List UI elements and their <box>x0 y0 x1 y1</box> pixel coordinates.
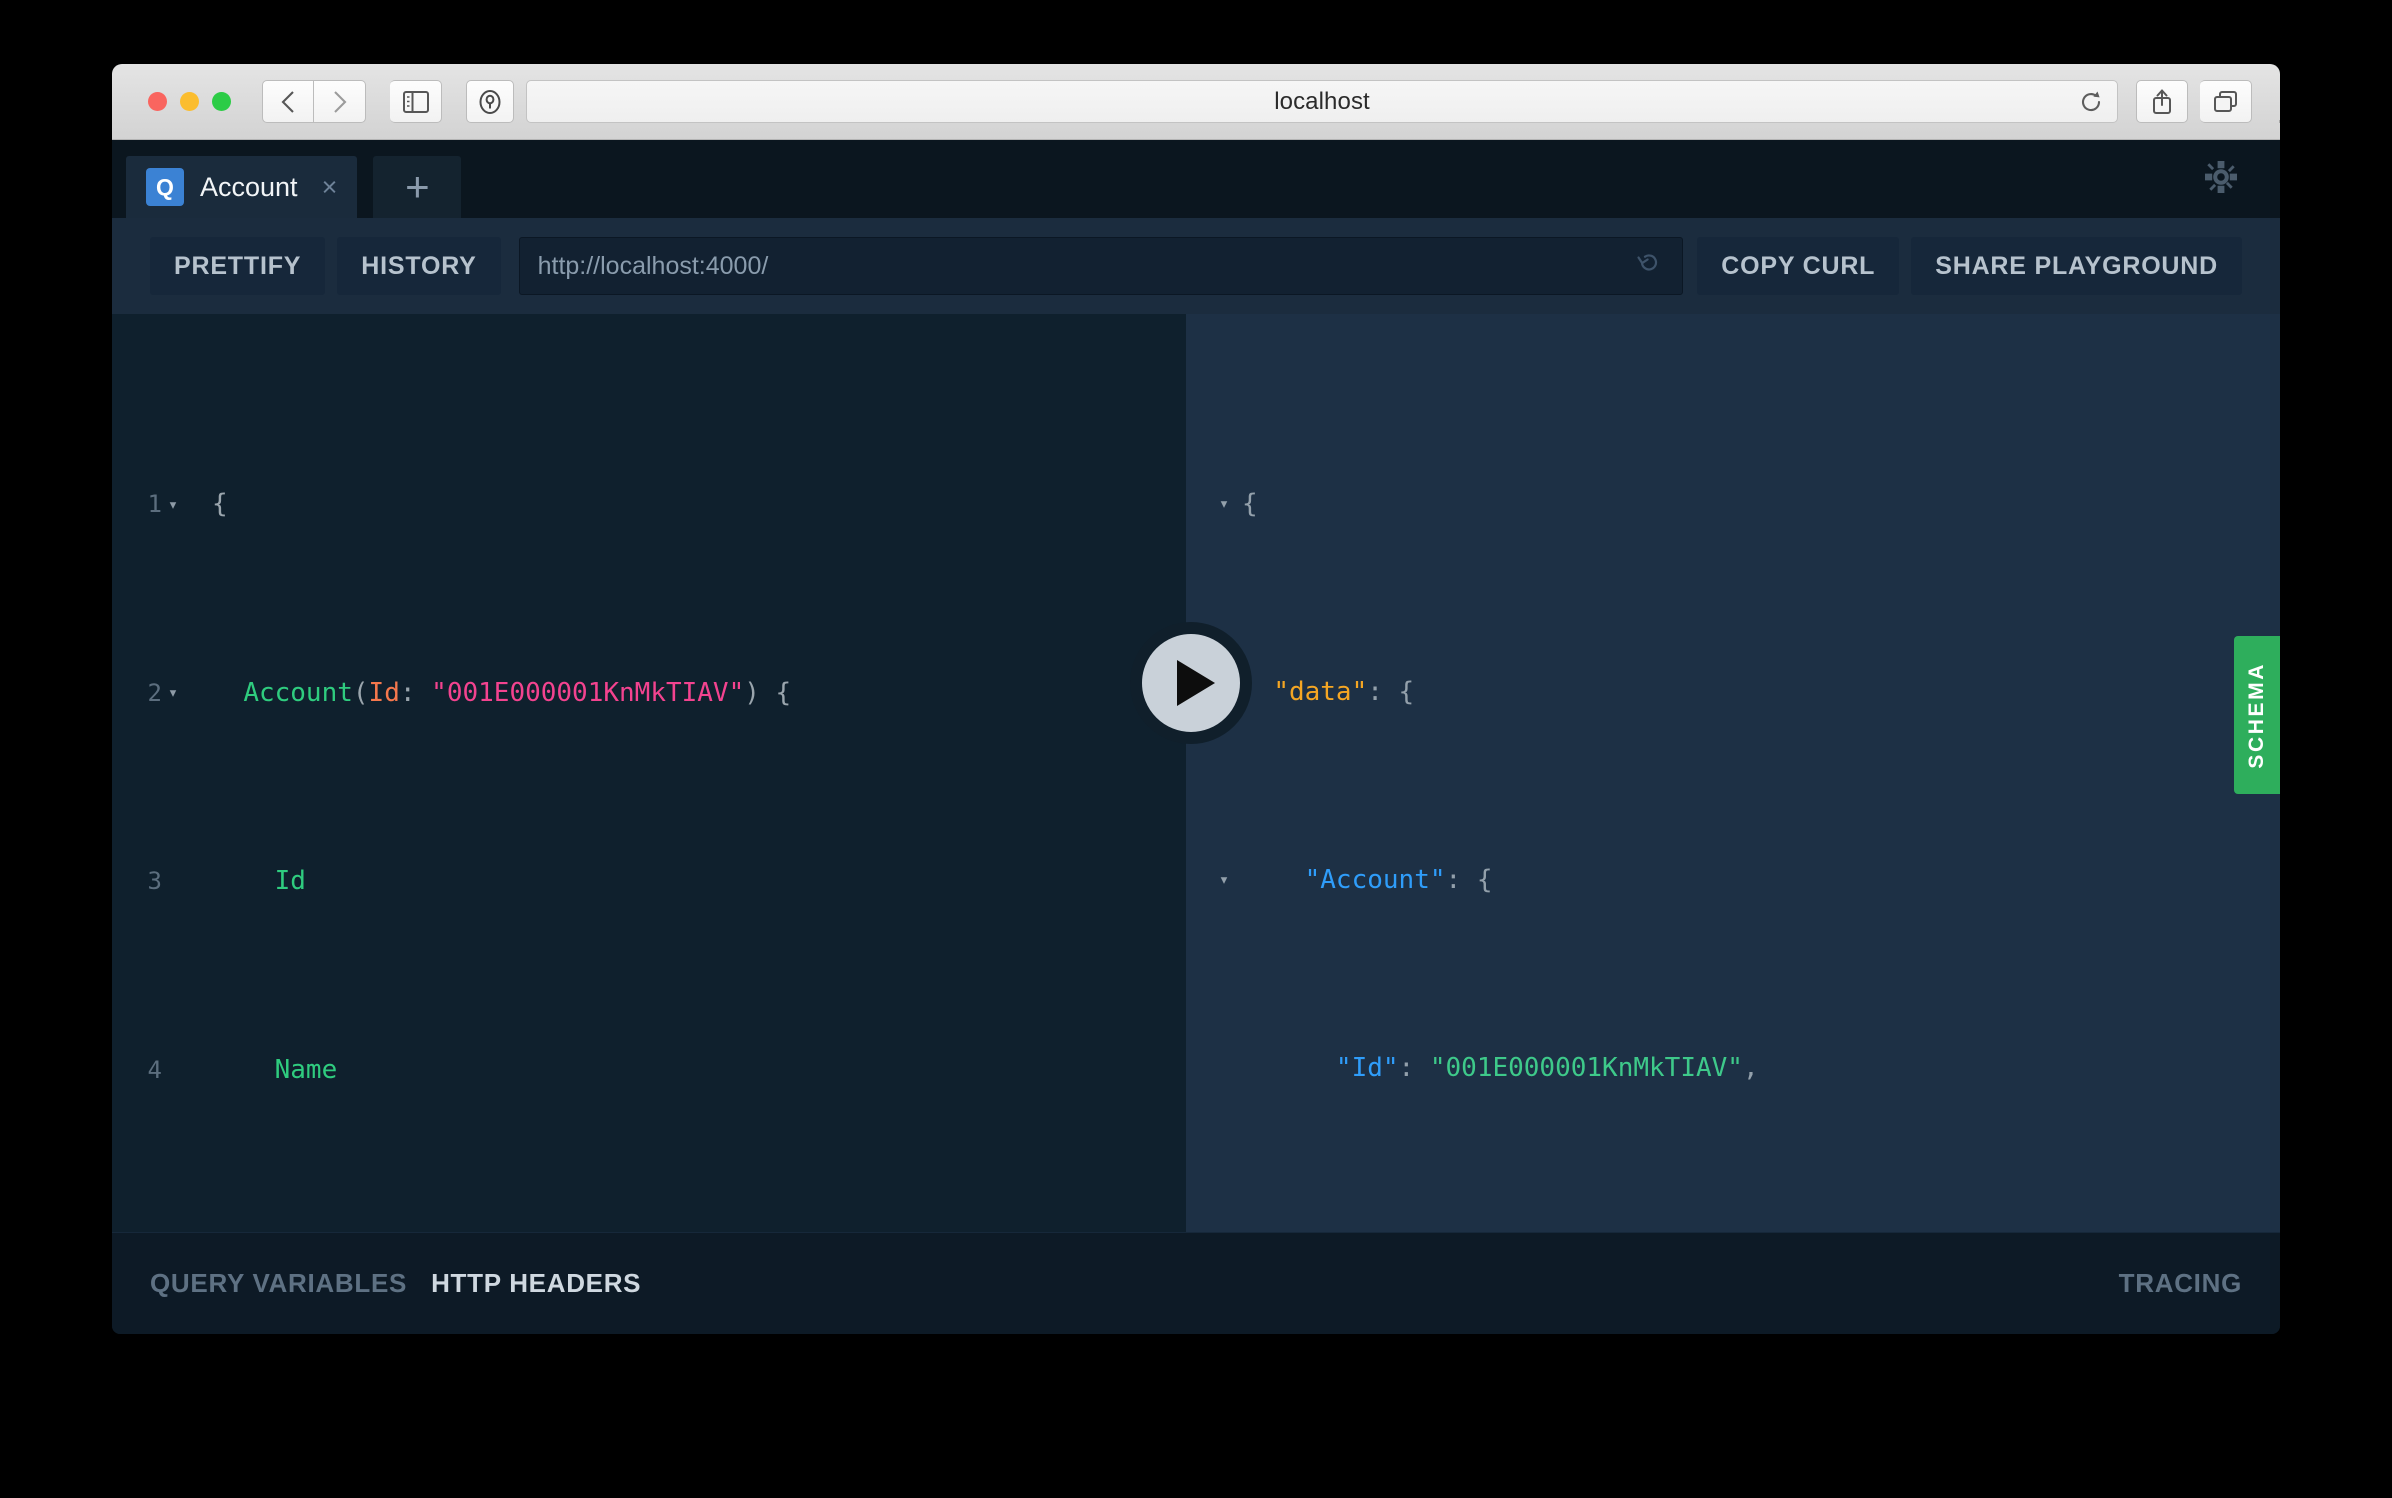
history-button[interactable]: HISTORY <box>337 237 500 295</box>
copy-curl-button[interactable]: COPY CURL <box>1697 237 1899 295</box>
response-line: ▾ "Id": "001E000001KnMkTIAV", <box>1186 1045 2280 1092</box>
playground-tab-account[interactable]: Q Account × <box>126 156 357 218</box>
url-bar-area: localhost <box>466 80 2118 123</box>
back-button[interactable] <box>262 80 314 123</box>
query-editor-code[interactable]: 1▾{ 2▾ Account(Id: "001E000001KnMkTIAV")… <box>112 314 1186 1232</box>
query-line: 4▾ Name <box>112 1047 1186 1095</box>
website-settings-icon <box>478 89 502 115</box>
browser-toolbar: localhost <box>112 64 2280 140</box>
undo-icon <box>1634 249 1664 279</box>
query-editor-pane[interactable]: 1▾{ 2▾ Account(Id: "001E000001KnMkTIAV")… <box>112 314 1186 1232</box>
endpoint-value: http://localhost:4000/ <box>538 252 769 281</box>
tab-http-headers[interactable]: HTTP HEADERS <box>431 1268 641 1299</box>
line-number: 1▾ <box>112 481 190 529</box>
response-line: ▾ "Account": { <box>1186 857 2280 904</box>
play-icon <box>1177 660 1215 706</box>
close-window-button[interactable] <box>148 92 167 111</box>
maximize-window-button[interactable] <box>212 92 231 111</box>
tab-overview-icon <box>2213 90 2239 114</box>
share-playground-button[interactable]: SHARE PLAYGROUND <box>1911 237 2242 295</box>
playground-bottom-bar: QUERY VARIABLES HTTP HEADERS TRACING <box>112 1232 2280 1334</box>
response-line: ▾{ <box>1186 481 2280 528</box>
website-settings-button[interactable] <box>466 80 514 123</box>
toggle-sidebar-button[interactable] <box>390 80 442 123</box>
chevron-right-icon <box>331 89 348 115</box>
response-json: ▾{ ▾ "data": { ▾ "Account": { ▾ "Id": "0… <box>1186 314 2280 1232</box>
reload-button[interactable] <box>2075 86 2107 118</box>
settings-button[interactable] <box>2200 156 2242 203</box>
fold-toggle-icon[interactable]: ▾ <box>1186 481 1242 528</box>
response-pane: ▾{ ▾ "data": { ▾ "Account": { ▾ "Id": "0… <box>1186 314 2280 1232</box>
playground-tab-label: Account <box>200 172 298 203</box>
gear-icon <box>2200 156 2242 198</box>
query-line: 3▾ Id <box>112 858 1186 906</box>
query-line: 1▾{ <box>112 481 1186 529</box>
toolbar-right-buttons <box>2136 80 2252 123</box>
minimize-window-button[interactable] <box>180 92 199 111</box>
window-traffic-lights <box>148 92 231 111</box>
tab-overview-button[interactable] <box>2200 80 2252 123</box>
schema-tab-button[interactable]: SCHEMA <box>2234 636 2280 794</box>
new-playground-tab-button[interactable]: + <box>373 156 461 218</box>
playground-main: 1▾{ 2▾ Account(Id: "001E000001KnMkTIAV")… <box>112 314 2280 1232</box>
query-line: 2▾ Account(Id: "001E000001KnMkTIAV") { <box>112 670 1186 718</box>
schema-tab-label: SCHEMA <box>2245 662 2269 769</box>
line-number: 3▾ <box>112 858 190 906</box>
playground-tab-strip: Q Account × + <box>112 140 2280 218</box>
response-line: ▾ "data": { <box>1186 669 2280 716</box>
chevron-left-icon <box>280 89 297 115</box>
fold-toggle-icon[interactable]: ▾ <box>162 482 184 529</box>
fold-toggle-icon[interactable]: ▾ <box>162 670 184 717</box>
address-bar[interactable]: localhost <box>526 80 2118 123</box>
sidebar-icon <box>403 91 429 113</box>
line-number: 4▾ <box>112 1047 190 1095</box>
browser-window: localhost <box>112 64 2280 1334</box>
share-icon <box>2150 88 2174 115</box>
fold-toggle-icon[interactable]: ▾ <box>1186 857 1242 904</box>
execute-query-button[interactable] <box>1130 622 1252 744</box>
line-number: 2▾ <box>112 670 190 718</box>
navigation-buttons <box>262 80 366 123</box>
prettify-button[interactable]: PRETTIFY <box>150 237 325 295</box>
share-button[interactable] <box>2136 80 2188 123</box>
sidebar-button-group <box>390 80 442 123</box>
tab-query-variables[interactable]: QUERY VARIABLES <box>150 1268 407 1299</box>
close-icon[interactable]: × <box>322 172 338 203</box>
tab-tracing[interactable]: TRACING <box>2119 1268 2242 1299</box>
reload-icon <box>2078 89 2104 115</box>
playground-action-bar: PRETTIFY HISTORY http://localhost:4000/ … <box>112 218 2280 314</box>
forward-button[interactable] <box>314 80 366 123</box>
reset-endpoint-button[interactable] <box>1634 249 1664 284</box>
new-browser-tab-button[interactable]: + <box>2277 100 2280 142</box>
address-bar-text: localhost <box>1274 88 1370 116</box>
query-type-badge: Q <box>146 168 184 206</box>
endpoint-input[interactable]: http://localhost:4000/ <box>519 237 1684 295</box>
